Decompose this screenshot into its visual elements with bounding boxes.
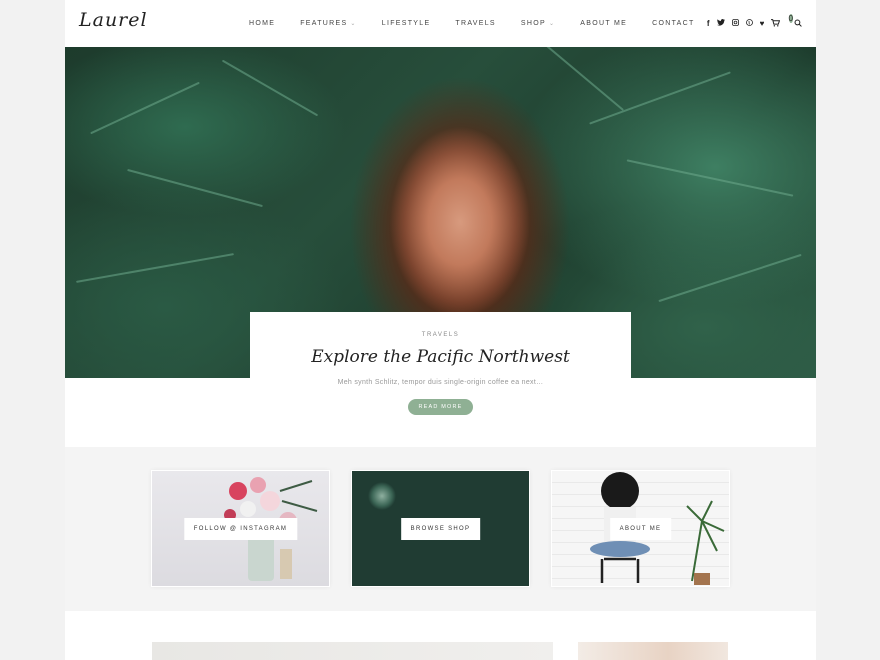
frond-decoration (546, 47, 624, 111)
promo-box-about[interactable]: ABOUT ME (551, 470, 730, 587)
featured-post: TRAVELS Explore the Pacific Northwest Me… (250, 312, 631, 415)
chevron-down-icon: ⌄ (350, 21, 357, 27)
cart-icon[interactable]: 0 (771, 13, 793, 29)
nav-item-shop[interactable]: SHOP ⌄ (521, 20, 555, 27)
promo-label-instagram[interactable]: FOLLOW @ INSTAGRAM (183, 517, 298, 540)
search-icon[interactable] (794, 19, 802, 29)
next-section (65, 611, 816, 660)
promo-box-instagram[interactable]: FOLLOW @ INSTAGRAM (151, 470, 330, 587)
frond-decoration (658, 253, 802, 303)
nav-label: LIFESTYLE (381, 20, 431, 27)
promo-label-shop[interactable]: BROWSE SHOP (400, 517, 481, 540)
promo-image: FOLLOW @ INSTAGRAM (152, 471, 329, 586)
pinterest-icon[interactable] (745, 19, 753, 28)
nav-item-home[interactable]: HOME (249, 20, 275, 27)
site-logo[interactable]: Laurel (79, 9, 148, 31)
post-category[interactable]: TRAVELS (250, 332, 631, 338)
promo-box-shop[interactable]: BROWSE SHOP (351, 470, 530, 587)
nav-item-lifestyle[interactable]: LIFESTYLE (382, 20, 431, 27)
twitter-icon[interactable] (716, 19, 725, 28)
frond-decoration (626, 159, 794, 197)
site-header: Laurel HOME FEATURES ⌄ LIFESTYLE TRAVELS … (65, 0, 816, 47)
nav-item-travels[interactable]: TRAVELS (455, 20, 495, 27)
frond-decoration (221, 59, 319, 117)
promo-label-about[interactable]: ABOUT ME (609, 517, 672, 540)
nav-item-features[interactable]: FEATURES ⌄ (300, 20, 357, 27)
instagram-icon[interactable] (731, 19, 739, 28)
frond-decoration (127, 168, 263, 208)
promo-image: ABOUT ME (552, 471, 729, 586)
cart-count-badge: 0 (788, 13, 793, 23)
frond-decoration (90, 81, 200, 135)
page-container: Laurel HOME FEATURES ⌄ LIFESTYLE TRAVELS … (65, 0, 816, 660)
promo-section: FOLLOW @ INSTAGRAM BROWSE SHOP ABOUT ME (65, 447, 816, 611)
facebook-icon[interactable]: f (707, 19, 710, 28)
chevron-down-icon: ⌄ (548, 21, 556, 27)
nav-label: ABOUT ME (580, 20, 628, 27)
frond-decoration (76, 253, 234, 283)
heart-icon[interactable]: ♥ (760, 19, 765, 28)
promo-image: BROWSE SHOP (352, 471, 529, 586)
nav-label: TRAVELS (455, 20, 496, 27)
social-icons: f ♥ 0 (707, 0, 802, 47)
post-title[interactable]: Explore the Pacific Northwest (250, 347, 631, 367)
nav-label: SHOP (520, 20, 546, 27)
sidebar-thumbnail[interactable] (578, 642, 728, 660)
nav-item-about-me[interactable]: ABOUT ME (580, 20, 627, 27)
main-nav: HOME FEATURES ⌄ LIFESTYLE TRAVELS SHOP ⌄ A… (249, 0, 720, 47)
post-excerpt: Meh synth Schlitz, tempor duis single-or… (337, 379, 544, 386)
nav-label: FEATURES (300, 20, 348, 27)
post-thumbnail[interactable] (152, 642, 553, 660)
nav-label: CONTACT (652, 20, 695, 27)
read-more-button[interactable]: READ MORE (408, 399, 473, 415)
nav-label: HOME (249, 20, 276, 27)
nav-item-contact[interactable]: CONTACT (652, 20, 694, 27)
